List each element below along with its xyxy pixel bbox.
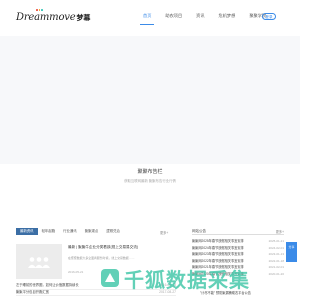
logo-dot-icon bbox=[36, 9, 38, 11]
nav-item-dreams[interactable]: 危机梦想 bbox=[212, 11, 243, 21]
section-subtitle: 获取互联网最新 聚聚布告行业行情 bbox=[124, 179, 176, 183]
list-item[interactable]: 聚聚网2025年春节放假相关事宜安排 2025-01-21 bbox=[192, 238, 284, 245]
people-icon bbox=[28, 256, 50, 268]
section-title: 聚聚布告栏 bbox=[137, 169, 163, 175]
notice-item-date: 2022-01-18 bbox=[268, 258, 284, 263]
nav-item-news[interactable]: 资讯 bbox=[189, 11, 211, 21]
notice-item-title: 聚聚网2023年春节放假相关事宜安排 bbox=[192, 252, 244, 257]
list-item-title: 聚聚平分包目开跑汇宽 bbox=[16, 289, 49, 294]
notice-title: 网站公告 bbox=[192, 229, 206, 233]
watermark-logo-icon bbox=[101, 269, 119, 287]
login-button[interactable]: 登录 bbox=[262, 13, 276, 20]
tab-latest[interactable]: 最新资讯 bbox=[16, 228, 38, 235]
notice-more-link[interactable]: 更多+ bbox=[276, 229, 284, 234]
nav-item-home[interactable]: 首页 bbox=[136, 11, 158, 25]
nav-item-projects[interactable]: 助农项目 bbox=[158, 11, 189, 21]
watermark: 千狐数据采集 bbox=[100, 263, 250, 293]
notice-item-date: 2020-01-20 bbox=[268, 271, 284, 276]
share-side-button[interactable]: 分享 bbox=[286, 242, 297, 262]
featured-date: 2016-05-21 bbox=[68, 270, 84, 274]
logo-dot-icon bbox=[38, 9, 41, 11]
tab-opinion[interactable]: 聚聚观点 bbox=[81, 228, 103, 235]
logo-dot-icon bbox=[41, 9, 43, 11]
brand-name: Dreammove bbox=[16, 12, 76, 23]
watermark-text: 千狐数据采集 bbox=[124, 267, 250, 292]
list-item[interactable]: 聚聚网2024年春节放假相关事宜安排 2024-02-01 bbox=[192, 245, 284, 252]
top-header: Dreammove 梦幕 首页 助农项目 资讯 危机梦想 聚聚学院 登录 bbox=[0, 0, 300, 36]
news-tabs: 最新资讯 轻年起跑 行业通讯 聚聚观点 逻辑兑治 bbox=[16, 228, 124, 235]
tab-logic[interactable]: 逻辑兑治 bbox=[102, 228, 124, 235]
notice-item-date: 2023-01-13 bbox=[268, 252, 284, 257]
list-item-title: 左于睡前的世界圈，如何让价值数据持续长 bbox=[16, 283, 79, 287]
main-nav: 首页 助农项目 资讯 危机梦想 聚聚学院 bbox=[136, 11, 273, 25]
hero-banner bbox=[0, 36, 300, 164]
notice-item-date: 2021-02-01 bbox=[268, 265, 284, 270]
notice-item-title: 聚聚网2025年春节放假相关事宜安排 bbox=[192, 239, 244, 243]
featured-title[interactable]: 最新 | 聚聚牛企业分类看孩(视上交易易交流) bbox=[68, 245, 138, 250]
list-item[interactable]: 聚聚网2023年春节放假相关事宜安排 2023-01-13 bbox=[192, 251, 284, 258]
notice-item-title: 聚聚网2024年春节放假相关事宜安排 bbox=[192, 245, 244, 250]
featured-description: 在聚聚数据大多全面商服务时候，线上交易数据…… bbox=[68, 256, 135, 260]
featured-image[interactable] bbox=[16, 244, 62, 279]
notice-item-date: 2025-01-21 bbox=[268, 239, 284, 243]
brand-name-cn: 梦幕 bbox=[76, 15, 91, 22]
notice-header: 网站公告 更多+ bbox=[192, 228, 284, 235]
news-more-link[interactable]: 更多+ bbox=[160, 230, 168, 235]
logo-dots bbox=[36, 9, 43, 11]
tab-youth[interactable]: 轻年起跑 bbox=[38, 228, 60, 235]
notice-item-date: 2024-02-01 bbox=[268, 245, 284, 250]
brand-logo[interactable]: Dreammove 梦幕 bbox=[16, 9, 91, 23]
tab-industry[interactable]: 行业通讯 bbox=[59, 228, 81, 235]
